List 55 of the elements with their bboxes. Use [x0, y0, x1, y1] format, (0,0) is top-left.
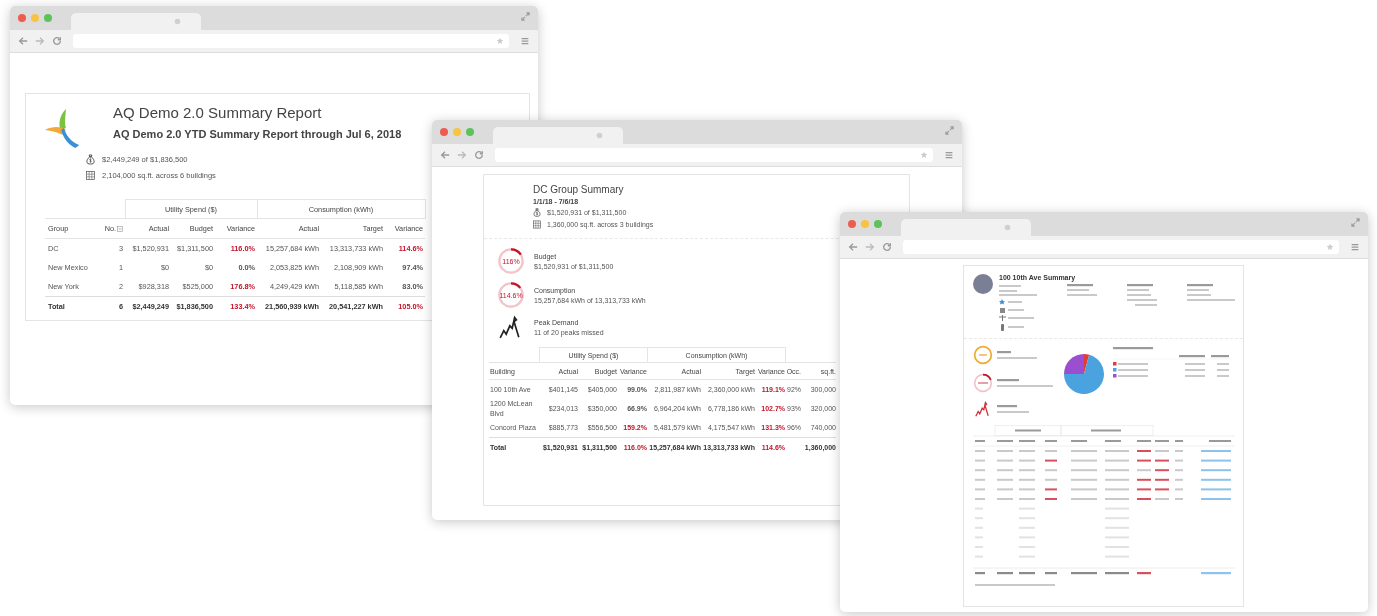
address-bar[interactable] — [903, 240, 1339, 254]
bookmark-star-icon[interactable] — [1326, 243, 1334, 251]
tab-icon — [596, 132, 603, 139]
blurred-text-drawing — [997, 351, 1037, 359]
browser-tab[interactable] — [901, 219, 1031, 236]
photo-placeholder — [973, 274, 993, 294]
progress-ring — [973, 373, 993, 393]
gauge-track — [498, 248, 524, 274]
blurred-text-drawing — [997, 405, 1029, 413]
close-button[interactable] — [440, 128, 448, 136]
progress-ring — [973, 345, 993, 365]
grid-icon — [86, 170, 95, 181]
back-icon[interactable] — [848, 242, 858, 252]
report-subtitle: AQ Demo 2.0 YTD Summary Report through Jul 6, 2018 — [113, 128, 402, 140]
peak-line-icon — [975, 401, 991, 417]
minimize-button[interactable] — [453, 128, 461, 136]
reload-icon[interactable] — [882, 242, 892, 252]
minimize-button[interactable] — [861, 220, 869, 228]
browser-tab[interactable] — [71, 13, 201, 30]
expand-icon[interactable] — [521, 12, 530, 21]
menu-icon[interactable] — [1350, 242, 1360, 252]
blurred-text-drawing — [999, 284, 1037, 332]
grid-icon — [533, 220, 541, 229]
tab-icon — [174, 18, 181, 25]
close-button[interactable] — [848, 220, 856, 228]
report-title: AQ Demo 2.0 Summary Report — [113, 104, 323, 121]
browser-tab[interactable] — [493, 127, 623, 144]
menu-icon[interactable] — [520, 36, 530, 46]
close-button[interactable] — [18, 14, 26, 22]
column-menu-icon[interactable] — [117, 226, 123, 233]
expand-icon[interactable] — [1351, 218, 1360, 227]
maximize-button[interactable] — [874, 220, 882, 228]
blurred-text-drawing — [997, 379, 1053, 387]
minimize-button[interactable] — [31, 14, 39, 22]
maximize-button[interactable] — [44, 14, 52, 22]
expand-icon[interactable] — [945, 126, 954, 135]
reload-icon[interactable] — [52, 36, 62, 46]
reload-icon[interactable] — [474, 150, 484, 160]
back-icon[interactable] — [440, 150, 450, 160]
back-icon[interactable] — [18, 36, 28, 46]
menu-icon[interactable] — [944, 150, 954, 160]
tab-icon — [1004, 224, 1011, 231]
bookmark-star-icon[interactable] — [496, 37, 504, 45]
money-bag-icon — [533, 208, 541, 217]
address-bar[interactable] — [495, 148, 933, 162]
money-bag-icon — [86, 154, 95, 165]
forward-icon[interactable] — [35, 36, 45, 46]
gauge-track — [498, 282, 524, 308]
pie-chart-drawing — [1063, 353, 1105, 395]
bookmark-star-icon[interactable] — [920, 151, 928, 159]
forward-icon[interactable] — [457, 150, 467, 160]
forward-icon[interactable] — [865, 242, 875, 252]
summary-title: DC Group Summary — [533, 184, 625, 195]
maximize-button[interactable] — [466, 128, 474, 136]
address-bar[interactable] — [73, 34, 509, 48]
